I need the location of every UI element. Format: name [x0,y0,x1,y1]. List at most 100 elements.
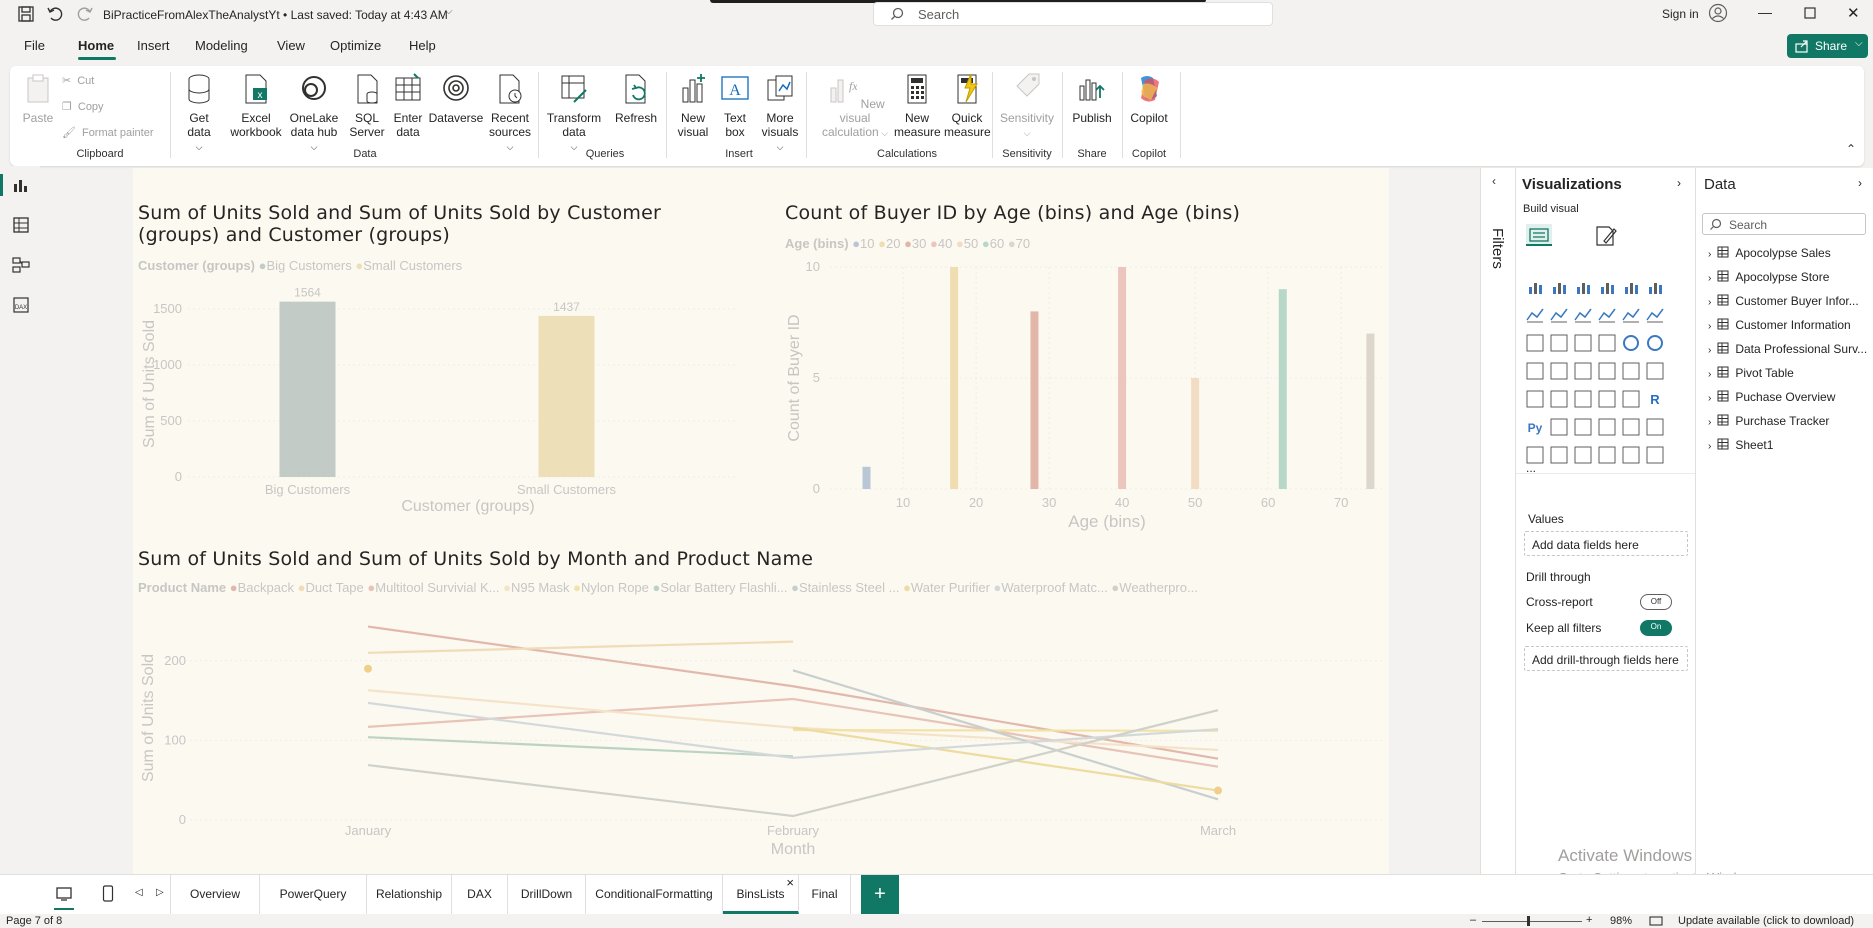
page-tab[interactable]: BinsLists × [723,875,799,914]
menu-home[interactable]: Home [78,38,114,53]
stacked-column-icon[interactable] [1550,278,1570,298]
copilot-button[interactable]: Copilot [1126,72,1172,125]
close-tab-icon[interactable]: × [786,863,794,902]
more-visuals-button[interactable]: More visuals ⌵ [754,72,806,154]
filters-label[interactable]: Filters [1489,228,1506,269]
gauge-icon[interactable] [1622,362,1642,382]
data-table-item[interactable]: › Customer Buyer Infor... [1708,294,1859,308]
report-view-icon[interactable] [12,176,30,194]
new-visual-button[interactable]: New visual [670,72,716,139]
collapse-visualizations-icon[interactable]: › [1677,176,1681,190]
sign-in-link[interactable]: Sign in [1662,7,1699,21]
quick-measure-button[interactable]: Quick measure [944,72,991,139]
desktop-layout-icon[interactable] [56,886,72,902]
menu-modeling[interactable]: Modeling [195,38,248,53]
zoom-slider-thumb[interactable] [1527,916,1530,926]
data-table-item[interactable]: › Customer Information [1708,318,1851,332]
transform-data-button[interactable]: Transform data ⌵ [544,72,604,154]
paste-button[interactable]: Paste [18,72,58,125]
collapse-data-pane-icon[interactable]: › [1858,176,1862,190]
values-drop-well[interactable]: Add data fields here [1524,531,1688,556]
page-tab[interactable]: Final [799,875,851,914]
page-tab[interactable]: ConditionalFormatting [586,875,723,914]
copy-button[interactable]: ❐ Copy [62,100,104,113]
data-table-item[interactable]: › Data Professional Surv... [1708,342,1867,356]
update-available-link[interactable]: Update available (click to download) [1678,914,1854,928]
dax-query-view-icon[interactable]: DAX [12,296,30,314]
excel-workbook-button[interactable]: x Excel workbook [226,72,286,139]
document-title[interactable]: BiPracticeFromAlexTheAnalystYt • Last sa… [103,8,448,22]
100-stacked-area-icon[interactable] [1598,306,1618,326]
scatter-icon[interactable] [1598,334,1618,354]
qa-icon[interactable] [1598,418,1618,438]
age-bins-chart-visual[interactable]: Count of Buyer ID by Age (bins) and Age … [785,202,1385,532]
diamond-icon[interactable] [1622,446,1642,466]
slicer-icon[interactable] [1574,390,1594,410]
donut-icon[interactable] [1646,334,1666,354]
share-button[interactable]: Share ⌵ [1787,34,1868,58]
add-page-button[interactable]: + [861,875,899,914]
menu-insert[interactable]: Insert [137,38,170,53]
text-box-button[interactable]: A Text box [716,72,754,139]
table-view-icon[interactable] [12,216,30,234]
100-stacked-column-icon[interactable] [1646,278,1666,298]
line-clustered-column-icon[interactable] [1646,306,1666,326]
metrics-icon[interactable] [1574,446,1594,466]
close-window-icon[interactable]: ✕ [1847,4,1860,22]
recent-sources-button[interactable]: Recent sources ⌵ [484,72,536,154]
expand-chevron-icon[interactable]: › [1708,321,1711,332]
line-chart-visual[interactable]: Sum of Units Sold and Sum of Units Sold … [138,548,1388,874]
bar-chart-visual[interactable]: Sum of Units Sold and Sum of Units Sold … [138,202,758,532]
report-canvas[interactable]: Sum of Units Sold and Sum of Units Sold … [133,168,1389,874]
drill-through-drop-well[interactable]: Add drill-through fields here [1524,646,1688,671]
redo-icon[interactable] [76,5,94,23]
data-table-item[interactable]: › Puchase Overview [1708,390,1835,404]
stacked-area-icon[interactable] [1574,306,1594,326]
ribbon-chart-icon[interactable] [1526,334,1546,354]
global-search-box[interactable]: Search [873,2,1273,26]
page-tab[interactable]: Relationship [367,875,452,914]
funnel-icon[interactable] [1574,334,1594,354]
menu-help[interactable]: Help [409,38,436,53]
pie-icon[interactable] [1622,334,1642,354]
data-search-input[interactable]: Search [1702,213,1866,235]
data-table-item[interactable]: › Apocolypse Sales [1708,246,1831,260]
undo-icon[interactable] [46,5,64,23]
expand-filters-icon[interactable]: ‹ [1492,174,1496,188]
expand-chevron-icon[interactable]: › [1708,441,1711,452]
page-tab[interactable]: DAX [452,875,508,914]
stacked-bar-icon[interactable] [1526,278,1546,298]
data-table-item[interactable]: › Pivot Table [1708,366,1794,380]
chevron-arrow-icon[interactable] [1646,446,1666,466]
zoom-out-icon[interactable]: – [1470,913,1476,927]
100-stacked-bar-icon[interactable] [1622,278,1642,298]
line-icon[interactable] [1526,306,1546,326]
sql-server-button[interactable]: SQL Server [348,72,386,139]
line-stacked-column-icon[interactable] [1622,306,1642,326]
maximize-icon[interactable] [1804,7,1816,19]
format-visual-icon[interactable] [1594,224,1618,248]
next-page-icon[interactable]: ▷ [156,887,164,898]
zoom-level[interactable]: 98% [1610,914,1632,928]
expand-chevron-icon[interactable]: › [1708,273,1711,284]
collapse-ribbon-icon[interactable]: ⌃ [1846,142,1856,156]
menu-file[interactable]: File [24,38,45,53]
build-visual-tab[interactable] [1526,224,1552,246]
mobile-layout-icon[interactable] [102,885,114,903]
cut-button[interactable]: ✂ Cut [62,74,94,87]
custom-visual-icon[interactable] [1598,446,1618,466]
minimize-icon[interactable]: — [1758,4,1772,20]
refresh-button[interactable]: Refresh [606,72,666,125]
expand-chevron-icon[interactable]: › [1708,417,1711,428]
page-tab[interactable]: DrillDown [508,875,586,914]
fit-to-page-icon[interactable] [1649,915,1663,927]
filters-pane-collapsed[interactable]: ‹ Filters [1480,168,1515,874]
sensitivity-button[interactable]: Sensitivity ⌵ [1000,72,1054,140]
get-data-button[interactable]: Get data ⌵ [178,72,220,154]
zoom-in-icon[interactable]: + [1586,913,1592,927]
matrix-icon[interactable] [1622,390,1642,410]
onelake-data-hub-button[interactable]: OneLake data hub ⌵ [286,72,342,154]
expand-chevron-icon[interactable]: › [1708,369,1711,380]
format-painter-button[interactable]: 🖌 Format painter [62,126,154,139]
user-avatar-icon[interactable] [1708,3,1728,23]
